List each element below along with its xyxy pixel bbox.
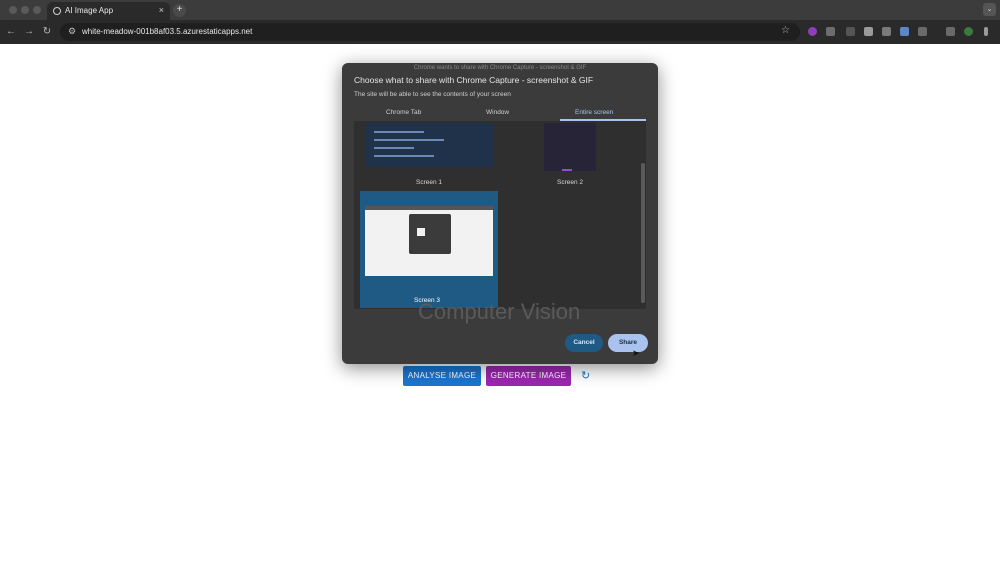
tab-entire-screen[interactable]: Entire screen — [575, 109, 613, 116]
dialog-title: Choose what to share with Chrome Capture… — [354, 75, 594, 85]
browser-tab[interactable]: AI Image App × — [47, 2, 170, 20]
tab-window[interactable]: Window — [486, 109, 509, 116]
puzzle-icon[interactable] — [918, 27, 927, 36]
dialog-caption: Chrome wants to share with Chrome Captur… — [413, 65, 587, 71]
cancel-button[interactable]: Cancel — [565, 334, 603, 352]
menu-icon[interactable] — [984, 27, 988, 36]
forward-button[interactable]: → — [22, 25, 36, 39]
share-screen-dialog: Chrome wants to share with Chrome Captur… — [342, 63, 658, 364]
close-window-icon[interactable] — [9, 6, 17, 14]
dialog-subtitle: The site will be able to see the content… — [354, 91, 511, 98]
url-text: white-meadow-001b8af03.5.azurestaticapps… — [82, 27, 253, 36]
minimize-window-icon[interactable] — [21, 6, 29, 14]
extension-icon-4[interactable] — [900, 27, 909, 36]
screen-3-thumbnail — [365, 206, 493, 276]
browser-toolbar: ← → ↻ ⚙ white-meadow-001b8af03.5.azurest… — [0, 20, 1000, 44]
avatar[interactable] — [964, 27, 973, 36]
site-info-icon[interactable]: ⚙ — [68, 26, 76, 37]
refresh-icon[interactable]: ↻ — [581, 369, 590, 382]
share-button[interactable]: Share — [608, 334, 648, 352]
new-tab-button[interactable]: + — [173, 4, 186, 17]
extension-icon-2[interactable] — [826, 27, 835, 36]
extension-icon-1[interactable] — [808, 27, 817, 36]
background-page-text: Computer Vision — [418, 299, 581, 324]
grid-scrollbar[interactable] — [641, 163, 645, 303]
tab-search-icon[interactable]: ⌄ — [983, 3, 996, 16]
screen-2-label: Screen 2 — [557, 179, 584, 186]
maximize-window-icon[interactable] — [33, 6, 41, 14]
extension-icon-3[interactable] — [846, 27, 855, 36]
reload-button[interactable]: ↻ — [40, 25, 54, 39]
tab-chrome-tab[interactable]: Chrome Tab — [386, 109, 421, 116]
back-button[interactable]: ← — [4, 25, 18, 39]
globe-icon — [53, 7, 61, 15]
screen-1-label: Screen 1 — [416, 179, 443, 186]
generate-image-button[interactable]: GENERATE IMAGE — [486, 366, 571, 386]
shield-icon[interactable] — [864, 27, 873, 36]
tab-title: AI Image App — [65, 6, 114, 15]
screen-2-thumbnail[interactable] — [544, 123, 596, 171]
screen-3-tile-selected[interactable]: Screen 3 — [360, 191, 498, 308]
download-icon[interactable] — [946, 27, 955, 36]
browser-tab-bar: AI Image App × + ⌄ — [0, 0, 1000, 20]
close-tab-icon[interactable]: × — [159, 5, 164, 15]
crop-icon[interactable] — [882, 27, 891, 36]
analyse-image-button[interactable]: ANALYSE IMAGE — [403, 366, 481, 386]
bookmark-star-icon[interactable]: ☆ — [781, 25, 790, 36]
screen-1-thumbnail[interactable] — [366, 123, 494, 167]
mouse-pointer-icon: ➤ — [632, 348, 640, 358]
address-bar[interactable]: ⚙ white-meadow-001b8af03.5.azurestaticap… — [60, 23, 800, 41]
screen-grid: Screen 1 Screen 2 Screen 3 Computer Visi… — [354, 121, 646, 324]
